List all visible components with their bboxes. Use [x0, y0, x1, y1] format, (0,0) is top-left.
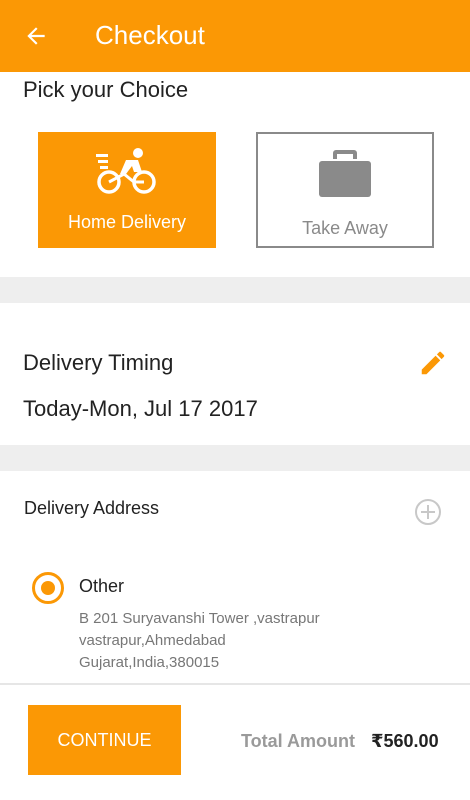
pick-choice-heading: Pick your Choice	[23, 77, 189, 102]
delivery-timing-title: Delivery Timing	[23, 350, 174, 375]
section-divider	[0, 277, 470, 303]
section-divider	[0, 445, 470, 471]
home-delivery-label: Home Delivery	[67, 212, 187, 232]
address-type-label: Other	[79, 576, 125, 596]
address-line: B 201 Suryavanshi Tower ,vastrapur	[79, 610, 320, 627]
continue-button[interactable]: CONTINUE	[28, 705, 181, 775]
delivery-address-title: Delivery Address	[24, 498, 160, 518]
page-title: Checkout	[95, 20, 205, 50]
address-radio-other[interactable]	[32, 572, 64, 604]
arrow-left-icon	[27, 27, 45, 45]
total-amount-value: ₹560.00	[371, 731, 439, 751]
radio-selected-dot	[41, 581, 55, 595]
home-delivery-option[interactable]: Home Delivery	[38, 132, 216, 248]
take-away-label: Take Away	[302, 218, 388, 238]
address-line: vastrapur,Ahmedabad	[79, 632, 226, 649]
back-button[interactable]	[18, 18, 54, 54]
total-amount-label: Total Amount	[241, 731, 355, 751]
plus-circle-icon	[415, 499, 441, 525]
take-away-option[interactable]: Take Away	[256, 132, 434, 248]
edit-timing-button[interactable]	[418, 348, 448, 378]
delivery-bike-icon	[96, 148, 156, 194]
delivery-timing-value: Today-Mon, Jul 17 2017	[23, 396, 258, 421]
address-line: Gujarat,India,380015	[79, 654, 220, 671]
footer-divider	[0, 683, 470, 685]
add-address-button[interactable]	[413, 497, 443, 527]
pencil-icon	[421, 351, 445, 375]
app-bar: Checkout	[0, 0, 470, 72]
briefcase-icon	[319, 150, 371, 197]
